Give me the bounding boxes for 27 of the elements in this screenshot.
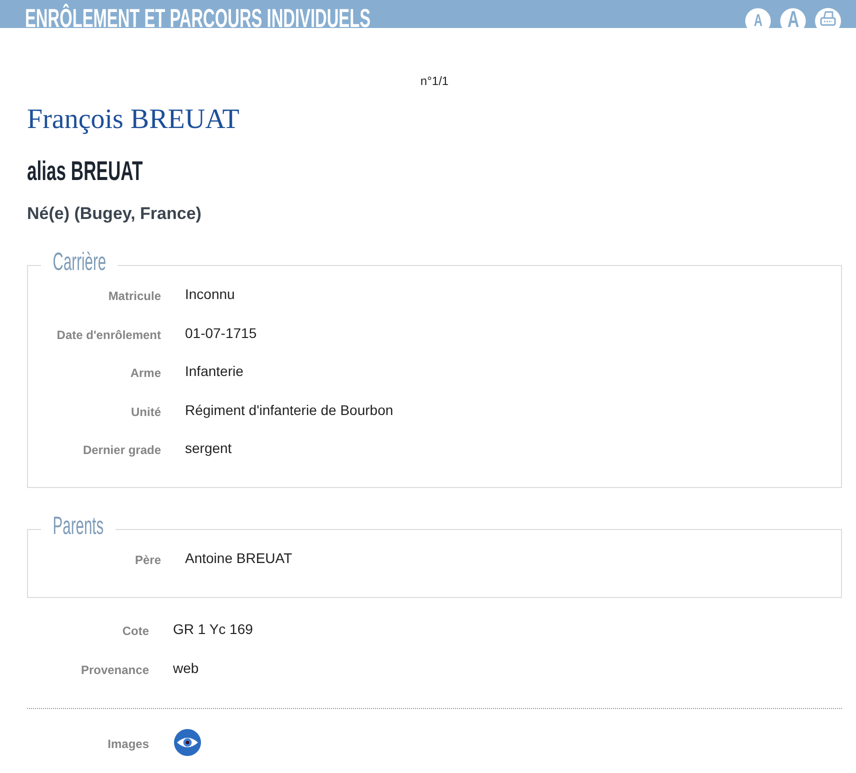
field-value: sergent xyxy=(185,440,232,457)
field-value: Inconnu xyxy=(185,286,235,303)
person-name: François BREUAT xyxy=(27,105,240,135)
section-title: Parents xyxy=(52,514,104,538)
field-label: Date d'enrôlement xyxy=(56,328,161,342)
field-value: 01-07-1715 xyxy=(185,324,257,342)
field-label: Dernier grade xyxy=(82,443,161,457)
field-value: Infanterie xyxy=(185,363,244,380)
field-label: Père xyxy=(134,553,161,567)
field-label: Cote xyxy=(122,624,149,638)
field-label: Arme xyxy=(130,366,161,380)
field-value: web xyxy=(173,660,199,676)
text-size-button[interactable]: A xyxy=(780,8,806,28)
page-title: ENRÔLEMENT ET PARCOURS INDIVIDUELS xyxy=(25,3,371,28)
alias-name: alias BREUAT xyxy=(27,157,143,185)
text-size-button[interactable]: A xyxy=(745,8,771,28)
birth-place: Né(e) (Bugey, France) xyxy=(27,204,202,224)
field-value: GR 1 Yc 169 xyxy=(173,621,253,638)
field-value: Régiment d'infanterie de Bourbon xyxy=(185,402,394,418)
eye-icon[interactable] xyxy=(174,728,201,756)
field-value: Antoine BREUAT xyxy=(185,550,292,567)
field-label: Images xyxy=(108,736,149,750)
record-counter: n°1/1 xyxy=(420,74,449,88)
field-label: Unité xyxy=(131,404,161,418)
section-title: Carrière xyxy=(52,250,106,274)
field-label: Provenance xyxy=(80,662,149,676)
field-label: Matricule xyxy=(108,289,161,303)
